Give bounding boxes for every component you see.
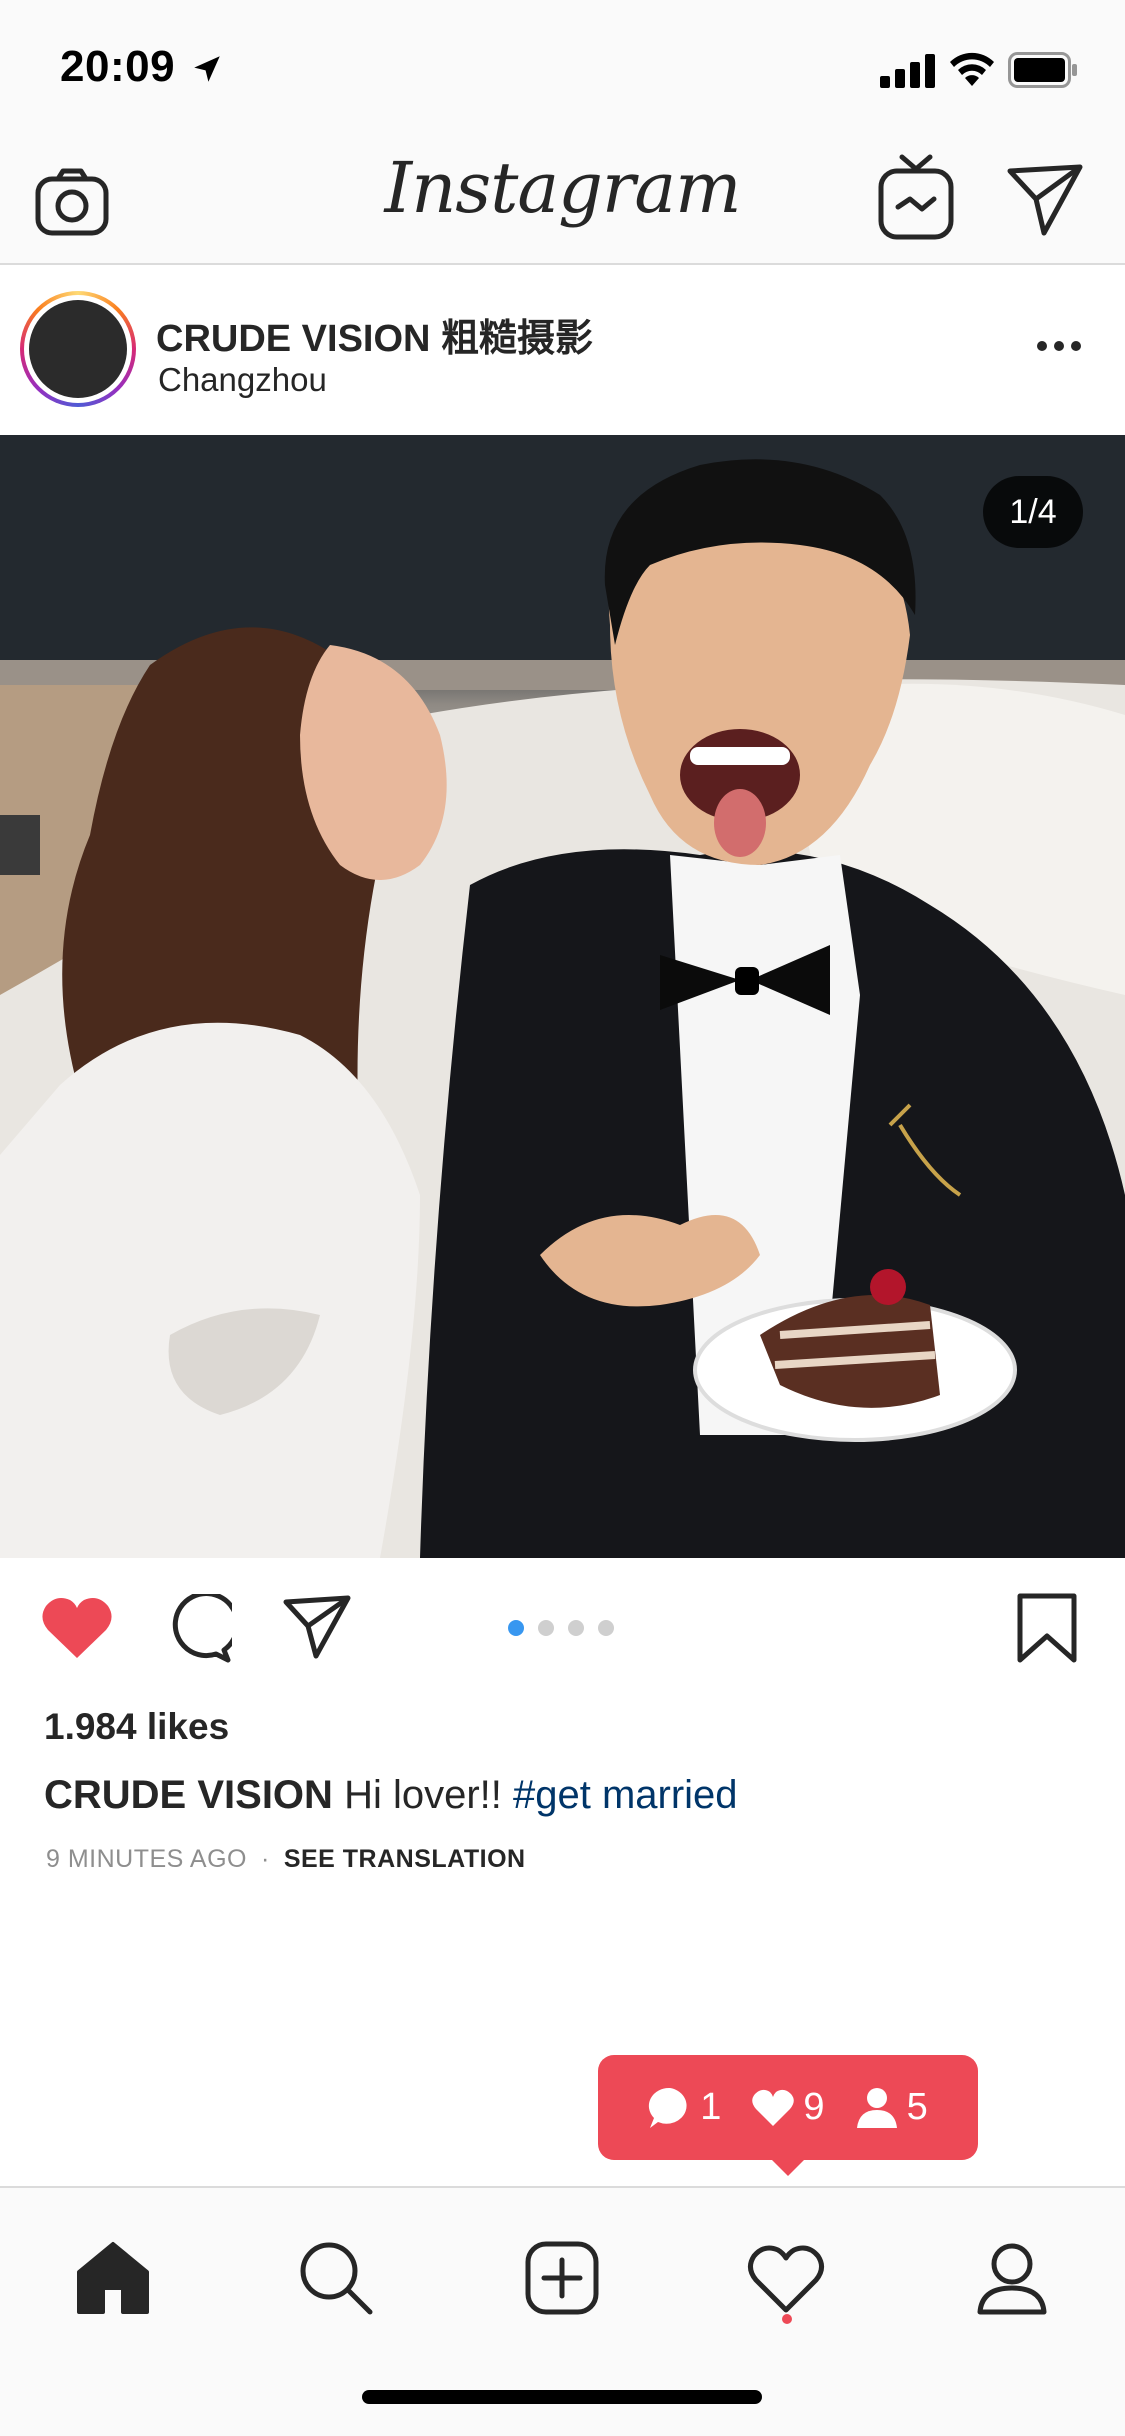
bottom-tab-bar [0,2186,1125,2436]
activity-follows-count: 5 [906,2086,928,2128]
activity-follows: 5 [855,2086,928,2130]
signal-icon [880,54,935,88]
activity-likes: 9 [751,2086,825,2130]
top-nav: Instagram [0,135,1125,265]
search-icon [300,2242,373,2315]
location-arrow-icon [194,56,220,82]
activity-bubble-tail [770,2158,806,2176]
wifi-icon [950,52,994,86]
tab-search[interactable] [296,2238,376,2318]
add-post-icon [525,2241,599,2315]
post-location[interactable]: Changzhou [158,361,327,399]
carousel-dot-2 [538,1620,554,1636]
direct-send-icon[interactable] [1006,161,1084,239]
igtv-icon[interactable] [876,153,956,241]
tab-profile[interactable] [972,2238,1052,2318]
instagram-logo: Instagram [384,147,742,229]
tab-home[interactable] [73,2238,153,2318]
activity-unread-dot [782,2314,792,2324]
home-indicator [362,2390,762,2404]
avatar[interactable] [29,300,127,398]
more-options-icon[interactable] [1036,339,1082,353]
post-photo[interactable]: 1/4 [0,435,1125,1558]
like-count[interactable]: 1.984 likes [44,1706,229,1748]
story-ring[interactable] [20,291,136,407]
post-meta: 9 MINUTES AGO · SEE TRANSLATION [46,1845,526,1874]
share-icon[interactable] [282,1594,352,1660]
status-time: 20:09 [60,42,176,91]
carousel-indicator [508,1620,614,1638]
post-time-ago: 9 MINUTES AGO [46,1845,247,1873]
couple-photo [0,435,1125,1558]
activity-comments-count: 1 [700,2086,722,2128]
person-icon [856,2087,897,2128]
tab-activity[interactable] [746,2238,826,2318]
carousel-dot-1 [508,1620,524,1636]
home-icon [77,2242,149,2314]
heart-icon [752,2089,795,2126]
comment-icon[interactable] [162,1594,232,1664]
carousel-page-counter: 1/4 [983,476,1083,548]
caption-hashtag[interactable]: #get married [513,1773,738,1817]
status-bar: 20:09 [0,0,1125,135]
meta-separator: · [260,1845,270,1873]
post-header: CRUDE VISION 粗糙摄影 Changzhou [0,267,1125,435]
post-username[interactable]: CRUDE VISION 粗糙摄影 [156,307,593,362]
bookmark-icon[interactable] [1016,1592,1078,1664]
battery-icon [1008,52,1077,88]
comment-bubble-icon [649,2087,687,2128]
activity-comments: 1 [648,2086,721,2130]
like-heart-icon[interactable] [40,1594,114,1660]
profile-icon [977,2243,1047,2315]
carousel-dot-3 [568,1620,584,1636]
activity-likes-count: 9 [803,2086,825,2128]
post-caption: CRUDE VISION Hi lover!! #get married [44,1773,738,1818]
caption-text: Hi lover!! [344,1773,502,1817]
post-actions [0,1558,1125,1698]
caption-username[interactable]: CRUDE VISION [44,1773,333,1817]
see-translation-link[interactable]: SEE TRANSLATION [284,1845,526,1873]
activity-heart-icon [748,2245,824,2313]
tab-new-post[interactable] [522,2238,602,2318]
activity-notification-bubble[interactable]: 1 9 5 [598,2055,978,2160]
carousel-dot-4 [598,1620,614,1636]
